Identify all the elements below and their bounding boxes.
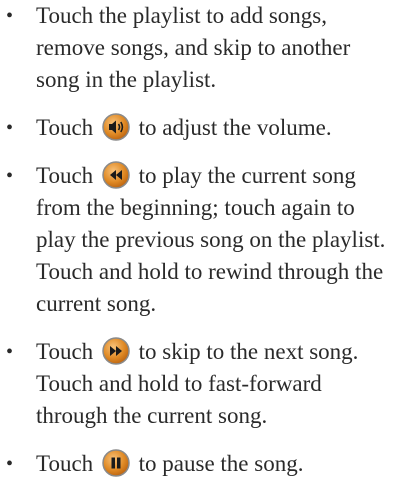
item-line: Touch to adjust the volume. [36, 112, 415, 144]
volume-icon [102, 113, 130, 141]
item-line: remove songs, and skip to another [36, 35, 351, 60]
item-line: Touch the playlist to add songs, [36, 3, 327, 28]
item-line: song in the playlist. [36, 67, 217, 92]
item-text-after: to play the current song [138, 163, 356, 188]
list-item-playlist: • Touch the playlist to add songs, remov… [0, 0, 419, 96]
item-line: through the current song. [36, 403, 268, 428]
item-text-after: to skip to the next song. [138, 339, 359, 364]
item-line: from the beginning; touch again to [36, 195, 355, 220]
list-item-rewind: • Touch to play the current song from th… [0, 160, 419, 320]
item-line: play the previous song on the playlist. [36, 227, 386, 252]
item-text-before: Touch [36, 339, 94, 364]
item-text-after: to adjust the volume. [138, 115, 332, 140]
item-text-before: Touch [36, 451, 94, 476]
pause-icon [102, 449, 130, 477]
bullet: • [6, 453, 14, 475]
item-line: Touch to pause the song. [36, 448, 415, 480]
item-text-before: Touch [36, 163, 94, 188]
instruction-list: • Touch the playlist to add songs, remov… [0, 0, 419, 496]
item-text-after: to pause the song. [138, 451, 304, 476]
item-text-before: Touch [36, 115, 94, 140]
item-line: Touch and hold to fast-forward [36, 371, 322, 396]
item-line: current song. [36, 291, 157, 316]
list-item-volume: • Touch to adjust the volume. [0, 112, 419, 144]
rewind-icon [102, 161, 130, 189]
item-line: Touch and hold to rewind through the [36, 259, 384, 284]
bullet: • [6, 165, 14, 187]
item-line: Touch to play the current song [36, 160, 415, 192]
item-line: Touch to skip to the next song. [36, 336, 415, 368]
bullet: • [6, 341, 14, 363]
list-item-fast-forward: • Touch to skip to the next song. Touch … [0, 336, 419, 432]
bullet: • [6, 5, 14, 27]
fast-forward-icon [102, 337, 130, 365]
bullet: • [6, 117, 14, 139]
list-item-pause: • Touch to pause the song. [0, 448, 419, 480]
